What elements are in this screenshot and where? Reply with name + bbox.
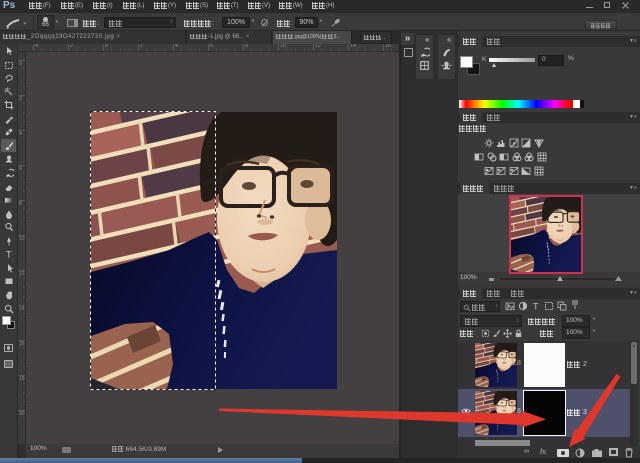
svg-text:T: T [6,250,12,260]
svg-text:T: T [533,302,539,312]
